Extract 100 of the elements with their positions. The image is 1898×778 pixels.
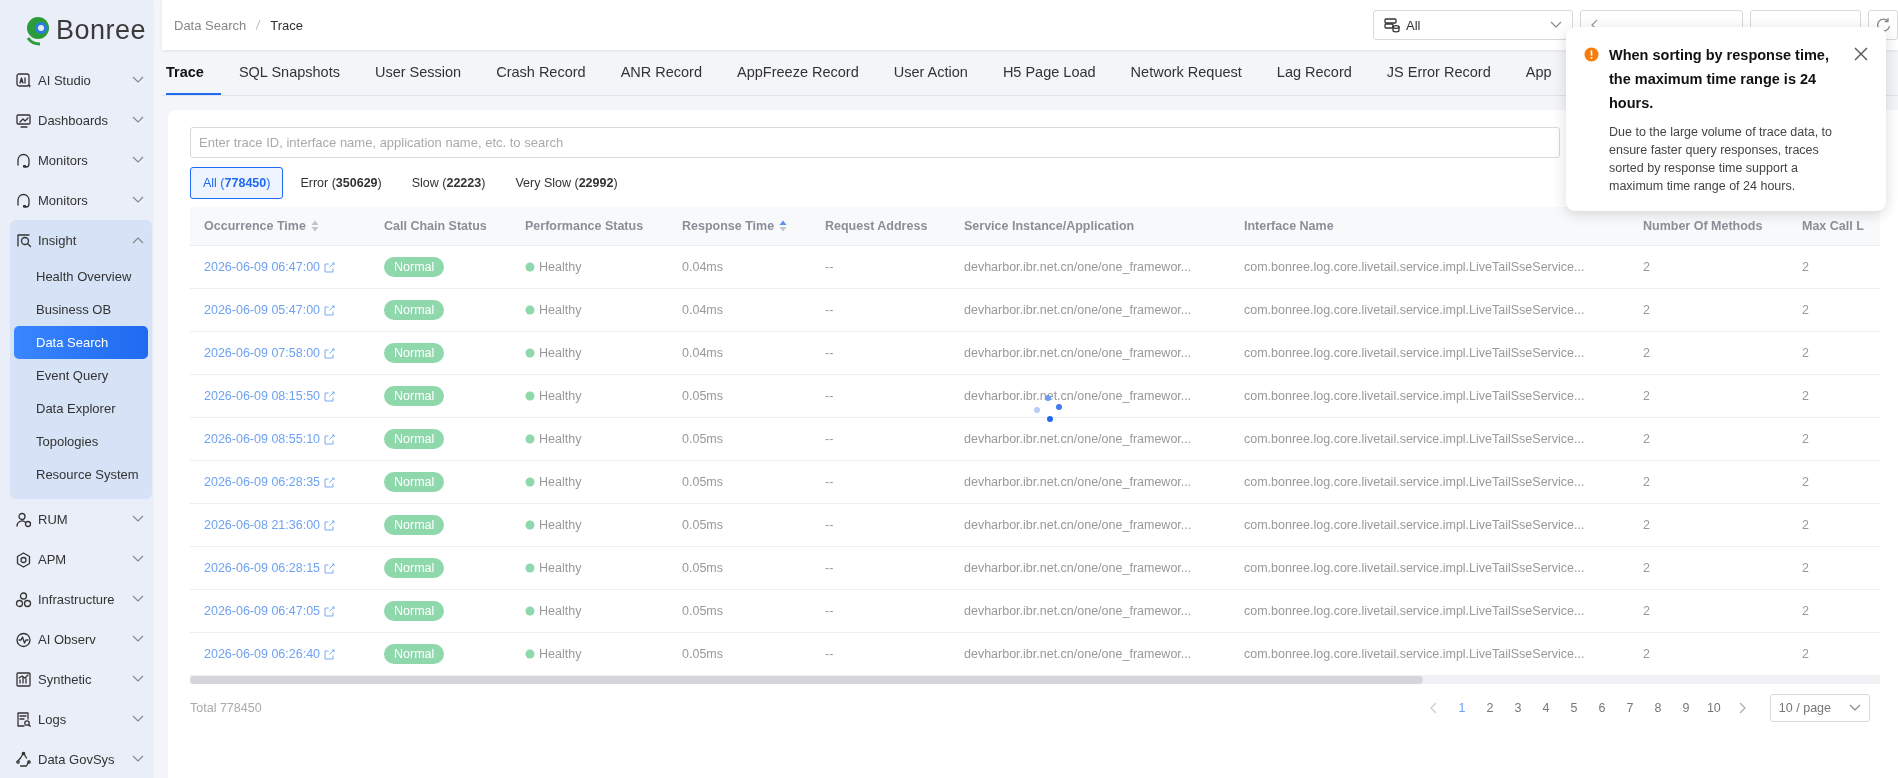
tab[interactable]: Crash Record [478, 50, 604, 95]
tab[interactable]: App [1508, 50, 1570, 95]
table-cell: devharbor.ibr.net.cn/one/one_framewor... [964, 604, 1192, 618]
external-link-icon [324, 605, 336, 617]
status-tag: Normal [384, 429, 445, 449]
table-cell: com.bonree.log.core.livetail.service.impl.LiveTailSseService... [1244, 647, 1585, 661]
chart-icon [15, 670, 32, 688]
filter-button[interactable]: Very Slow (22992) [502, 167, 631, 199]
sidebar-item[interactable]: Synthetic [10, 659, 152, 699]
tab[interactable]: Lag Record [1259, 50, 1370, 95]
table-cell: 2 [1802, 647, 1809, 661]
table-cell: 0.05ms [682, 518, 723, 532]
table-cell: 0.04ms [682, 303, 723, 317]
table-cell: 2 [1802, 260, 1809, 274]
chevron-down-icon [132, 76, 144, 84]
tab[interactable]: User Session [357, 50, 479, 95]
status-tag: Normal [384, 386, 445, 406]
page-button[interactable]: 9 [1671, 701, 1700, 715]
pulse-icon [15, 630, 32, 648]
table-cell: 0.04ms [682, 346, 723, 360]
table-cell: Healthy [539, 518, 582, 532]
table-cell: com.bonree.log.core.livetail.service.impl.LiveTailSseService... [1244, 561, 1585, 575]
table-cell: com.bonree.log.core.livetail.service.impl.LiveTailSseService... [1244, 475, 1585, 489]
breadcrumb-link[interactable]: Data Search [174, 17, 247, 33]
status-dot-icon [525, 305, 535, 315]
page-button[interactable]: 8 [1643, 701, 1672, 715]
sidebar-subitem[interactable]: Resource System [14, 458, 148, 491]
document-icon [15, 710, 32, 728]
tab[interactable]: SQL Snapshots [221, 50, 358, 95]
table-cell: com.bonree.log.core.livetail.service.impl.LiveTailSseService... [1244, 432, 1585, 446]
sidebar-item[interactable]: Insight [10, 220, 152, 260]
sidebar-item[interactable]: Data GovSys [10, 739, 152, 778]
tab[interactable]: User Action [876, 50, 986, 95]
page-button[interactable]: 2 [1475, 701, 1504, 715]
filter-button[interactable]: Error (350629) [287, 167, 395, 199]
search-field[interactable]: Enter trace ID, interface name, application name, etc. to search [190, 127, 1560, 158]
chevron-up-icon [132, 236, 144, 244]
sidebar-item[interactable]: Dashboards [10, 100, 152, 140]
tab[interactable]: JS Error Record [1369, 50, 1509, 95]
sidebar-item[interactable]: AI Observ [10, 619, 152, 659]
sidebar-subitem[interactable]: Topologies [14, 425, 148, 458]
table-cell: -- [825, 303, 834, 317]
chevron-down-icon [132, 635, 144, 643]
external-link-icon [324, 433, 336, 445]
status-dot-icon [525, 563, 535, 573]
table-cell: devharbor.ibr.net.cn/one/one_framewor... [964, 346, 1192, 360]
column-header: Service Instance/Application [963, 219, 1136, 233]
tab[interactable]: Network Request [1113, 50, 1260, 95]
scrollbar-thumb[interactable] [190, 676, 1423, 684]
tab[interactable]: ANR Record [603, 50, 720, 95]
refresh-icon [1875, 17, 1891, 33]
table-cell: Healthy [539, 647, 582, 661]
sidebar-subitem[interactable]: Data Explorer [14, 392, 148, 425]
filter-button[interactable]: Slow (22223) [398, 167, 499, 199]
sidebar-item[interactable]: Monitors [10, 140, 152, 180]
sidebar-subitem[interactable]: Event Query [14, 359, 148, 392]
notification-title: When sorting by response time, the maximum time range is 24 hours. [1609, 46, 1830, 113]
sidebar-item[interactable]: Logs [10, 699, 152, 739]
external-link-icon [324, 476, 336, 488]
tab[interactable]: H5 Page Load [985, 50, 1114, 95]
table-cell: 0.05ms [682, 389, 723, 403]
page-button[interactable]: 6 [1587, 701, 1616, 715]
table-cell: -- [825, 432, 834, 446]
chevron-down-icon [1550, 21, 1562, 29]
table-cell: -- [825, 518, 834, 532]
chevron-down-icon [132, 755, 144, 763]
sidebar-item[interactable]: AI Studio [10, 60, 152, 100]
page-button[interactable]: 3 [1503, 701, 1532, 715]
page-button[interactable]: 7 [1615, 701, 1644, 715]
column-header: Call Chain Status [383, 219, 488, 233]
table-cell: 2 [1643, 475, 1650, 489]
table-cell: 2 [1643, 432, 1650, 446]
sidebar-subitem[interactable]: Business OB [14, 293, 148, 326]
sidebar-item[interactable]: Monitors [10, 180, 152, 220]
sidebar-item[interactable]: RUM [10, 499, 152, 539]
sidebar-item[interactable]: Infrastructure [10, 579, 152, 619]
filter-button[interactable]: All (778450) [190, 167, 284, 199]
chevron-down-icon [132, 555, 144, 563]
page-button[interactable]: 10 [1699, 701, 1728, 715]
page-button[interactable]: 5 [1559, 701, 1588, 715]
sidebar-subitem[interactable]: Health Overview [14, 260, 148, 293]
monitor-icon [15, 111, 32, 129]
app-select[interactable]: All [1373, 10, 1573, 40]
table-cell: devharbor.ibr.net.cn/one/one_framewor... [964, 432, 1192, 446]
column-header: Max Call L [1801, 219, 1865, 233]
table-cell: -- [825, 346, 834, 360]
notification-text: Due to the large volume of trace data, to ensure faster query responses, traces sorted by response time support a maximum time range of 24 hours. [1609, 124, 1834, 195]
table-cell: 2 [1802, 346, 1809, 360]
sidebar-subitem[interactable]: Data Search [14, 326, 148, 359]
chevron-down-icon [132, 515, 144, 523]
page-button[interactable]: 4 [1531, 701, 1560, 715]
table-cell: 2 [1802, 389, 1809, 403]
status-dot-icon [525, 434, 535, 444]
tab[interactable]: AppFreeze Record [719, 50, 877, 95]
tab[interactable]: Trace [166, 50, 222, 95]
status-tag: Normal [384, 601, 445, 621]
status-tag: Normal [384, 257, 445, 277]
page-size-select[interactable]: 10 / page [1769, 694, 1870, 722]
sidebar-item[interactable]: APM [10, 539, 152, 579]
table-cell: 0.04ms [682, 260, 723, 274]
